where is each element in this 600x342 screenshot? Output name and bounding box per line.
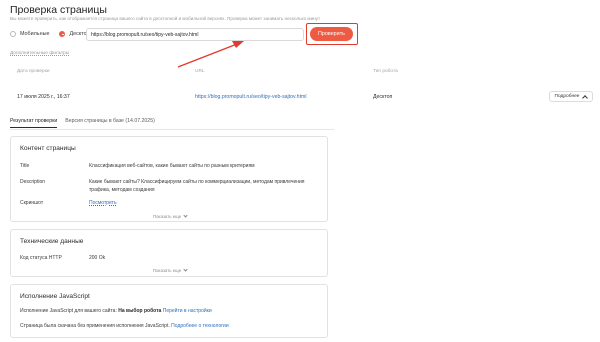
js-settings-link[interactable]: Перейти в настройки [163, 308, 212, 314]
content-panel: Контент страницы Title Классификация веб… [10, 136, 328, 222]
tab-page-version[interactable]: Версия страницы в базе (14.07.2025) [65, 118, 155, 128]
chevron-down-icon [183, 213, 188, 218]
page-title: Проверка страницы [10, 4, 107, 16]
js-panel-title: Исполнение JavaScript [20, 293, 90, 300]
tech-panel-title: Технические данные [20, 238, 84, 245]
description-label: Description [20, 179, 46, 185]
content-show-more-label: Показать еще [152, 214, 182, 219]
page-subtitle: Вы можете проверить, как отображается ст… [10, 16, 321, 21]
url-input[interactable] [86, 28, 304, 41]
checked-url-link[interactable]: https://blog.promopult.ru/seo/tipy-veb-s… [195, 94, 307, 100]
details-button[interactable]: Подробнее [549, 91, 593, 102]
radio-mobile-label[interactable]: Мобильные [20, 31, 49, 37]
robot-type: Десктоп [373, 94, 393, 100]
result-tabs: Результат проверки Версия страницы в баз… [10, 118, 163, 128]
js-download-text: Страница была скачана без применения исп… [20, 323, 170, 329]
tab-check-result[interactable]: Результат проверки [10, 118, 58, 128]
http-status-value: 200 Ok [89, 255, 106, 261]
column-header-date: Дата проверки [17, 69, 50, 74]
js-execution-line: Исполнение JavaScript для вашего сайта: … [20, 308, 212, 314]
screenshot-label: Скриншот [20, 200, 44, 206]
check-date: 17 июля 2025 г., 16:37 [17, 94, 70, 100]
column-header-robot: Тип робота [373, 69, 398, 74]
title-value: Классификация веб-сайтов, какие бывают с… [89, 163, 255, 169]
js-technology-link[interactable]: Подробнее о технологии [171, 323, 229, 329]
js-download-line: Страница была скачана без применения исп… [20, 323, 229, 329]
js-execution-text: Исполнение JavaScript для вашего сайта: [20, 308, 117, 314]
chevron-up-icon [582, 94, 589, 101]
tech-panel: Технические данные Код статуса HTTP 200 … [10, 229, 328, 277]
tabs-divider [10, 129, 334, 130]
content-show-more[interactable]: Показать еще [11, 213, 329, 219]
radio-mobile[interactable] [10, 31, 16, 37]
check-button[interactable]: Проверить [310, 27, 353, 41]
description-text: Какие бывают сайты? Классифицируем сайты… [89, 179, 305, 193]
title-label: Title [20, 163, 30, 169]
description-value: Какие бывают сайты? Классифицируем сайты… [89, 179, 324, 194]
screenshot-view-link[interactable]: Посмотреть [89, 200, 117, 206]
js-execution-mode: На выбор робота [118, 308, 162, 314]
column-header-url: URL [195, 69, 205, 74]
http-status-label: Код статуса HTTP [20, 255, 62, 261]
chevron-down-icon [183, 267, 188, 272]
radio-desktop[interactable] [59, 31, 66, 37]
tech-show-more[interactable]: Показать еще [11, 267, 329, 273]
content-panel-title: Контент страницы [20, 145, 76, 152]
js-panel: Исполнение JavaScript Исполнение JavaScr… [10, 284, 328, 338]
details-button-label: Подробнее [554, 94, 580, 99]
extra-filters-link[interactable]: Дополнительные фильтры [10, 51, 69, 56]
tech-show-more-label: Показать еще [152, 268, 182, 273]
